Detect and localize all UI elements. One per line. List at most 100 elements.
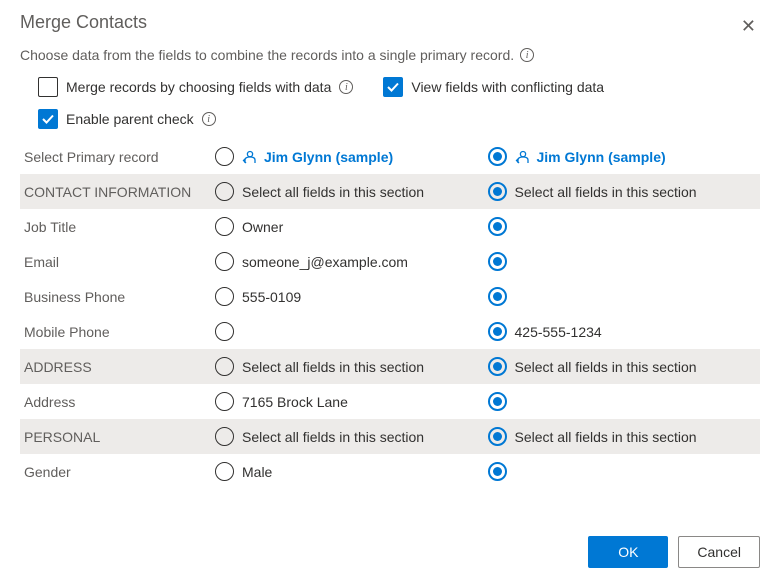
primary-record-row: Select Primary record Jim Glynn (sample) J… [20, 139, 760, 174]
field-radio-b[interactable] [488, 462, 507, 481]
field-value-text: Male [242, 464, 272, 480]
section-selectall-b: Select all fields in this section [488, 427, 761, 446]
record-b-column: Jim Glynn (sample) [488, 147, 761, 166]
section-title: PERSONAL [20, 429, 215, 445]
enable-parent-check-label: Enable parent check [66, 111, 194, 127]
field-value-text: 425-555-1234 [515, 324, 602, 340]
field-value-b [488, 252, 761, 271]
merge-by-fields-checkbox[interactable] [38, 77, 58, 97]
section-selectall-radio-a[interactable] [215, 357, 234, 376]
field-radio-a[interactable] [215, 322, 234, 341]
enable-parent-check-option[interactable]: Enable parent check i [38, 109, 760, 129]
field-radio-b[interactable] [488, 392, 507, 411]
info-icon[interactable]: i [202, 112, 216, 126]
field-label: Mobile Phone [20, 324, 215, 340]
field-label: Business Phone [20, 289, 215, 305]
field-label: Gender [20, 464, 215, 480]
field-value-b [488, 287, 761, 306]
field-row: Address 7165 Brock Lane [20, 384, 760, 419]
field-label: Address [20, 394, 215, 410]
section-title: CONTACT INFORMATION [20, 184, 215, 200]
record-a-column: Jim Glynn (sample) [215, 147, 488, 166]
field-value-b [488, 217, 761, 236]
section-selectall-text: Select all fields in this section [515, 429, 697, 445]
merge-table: Select Primary record Jim Glynn (sample) J… [20, 139, 760, 489]
select-primary-label: Select Primary record [20, 149, 215, 165]
contact-icon [242, 149, 258, 165]
ok-button[interactable]: OK [588, 536, 668, 568]
field-value-b [488, 392, 761, 411]
dialog-subtitle: Choose data from the fields to combine t… [20, 47, 760, 63]
section-selectall-text: Select all fields in this section [515, 184, 697, 200]
field-value-b [488, 462, 761, 481]
section-title: ADDRESS [20, 359, 215, 375]
field-value-a: 7165 Brock Lane [215, 392, 488, 411]
dialog-footer: OK Cancel [20, 522, 760, 586]
field-value-a: someone_j@example.com [215, 252, 488, 271]
record-b-name[interactable]: Jim Glynn (sample) [515, 149, 666, 165]
field-value-text: someone_j@example.com [242, 254, 408, 270]
section-selectall-text: Select all fields in this section [242, 429, 424, 445]
section-header: CONTACT INFORMATION Select all fields in … [20, 174, 760, 209]
section-selectall-a: Select all fields in this section [215, 182, 488, 201]
record-a-name-text: Jim Glynn (sample) [264, 149, 393, 165]
section-selectall-a: Select all fields in this section [215, 357, 488, 376]
record-a-name[interactable]: Jim Glynn (sample) [242, 149, 393, 165]
cancel-button[interactable]: Cancel [678, 536, 760, 568]
section-selectall-radio-b[interactable] [488, 357, 507, 376]
field-radio-b[interactable] [488, 217, 507, 236]
field-value-a: Owner [215, 217, 488, 236]
primary-radio-b[interactable] [488, 147, 507, 166]
record-b-name-text: Jim Glynn (sample) [537, 149, 666, 165]
field-radio-a[interactable] [215, 287, 234, 306]
section-selectall-radio-b[interactable] [488, 182, 507, 201]
dialog-title: Merge Contacts [20, 12, 147, 33]
section-selectall-text: Select all fields in this section [242, 359, 424, 375]
fields-scroll-area[interactable]: Select Primary record Jim Glynn (sample) J… [20, 139, 766, 522]
field-value-text: 7165 Brock Lane [242, 394, 348, 410]
section-selectall-text: Select all fields in this section [242, 184, 424, 200]
field-label: Email [20, 254, 215, 270]
field-row: Job Title Owner [20, 209, 760, 244]
field-row: Email someone_j@example.com [20, 244, 760, 279]
field-row: Mobile Phone 425-555-1234 [20, 314, 760, 349]
field-radio-a[interactable] [215, 462, 234, 481]
info-icon[interactable]: i [520, 48, 534, 62]
field-value-b: 425-555-1234 [488, 322, 761, 341]
section-selectall-b: Select all fields in this section [488, 182, 761, 201]
field-radio-b[interactable] [488, 287, 507, 306]
field-radio-a[interactable] [215, 392, 234, 411]
section-header: PERSONAL Select all fields in this sectio… [20, 419, 760, 454]
field-row: Business Phone 555-0109 [20, 279, 760, 314]
view-conflicts-option[interactable]: View fields with conflicting data [383, 77, 604, 97]
field-value-a: Male [215, 462, 488, 481]
field-radio-a[interactable] [215, 217, 234, 236]
info-icon[interactable]: i [339, 80, 353, 94]
field-value-a: 555-0109 [215, 287, 488, 306]
subtitle-text: Choose data from the fields to combine t… [20, 47, 514, 63]
enable-parent-check-checkbox[interactable] [38, 109, 58, 129]
field-radio-b[interactable] [488, 322, 507, 341]
options-panel: Merge records by choosing fields with da… [20, 77, 760, 129]
merge-by-fields-label: Merge records by choosing fields with da… [66, 79, 331, 95]
field-row: Gender Male [20, 454, 760, 489]
field-radio-a[interactable] [215, 252, 234, 271]
field-radio-b[interactable] [488, 252, 507, 271]
field-value-a [215, 322, 488, 341]
primary-radio-a[interactable] [215, 147, 234, 166]
section-selectall-radio-b[interactable] [488, 427, 507, 446]
close-button[interactable]: ✕ [737, 12, 760, 41]
view-conflicts-checkbox[interactable] [383, 77, 403, 97]
field-label: Job Title [20, 219, 215, 235]
contact-icon [515, 149, 531, 165]
field-value-text: 555-0109 [242, 289, 301, 305]
section-selectall-radio-a[interactable] [215, 182, 234, 201]
section-selectall-a: Select all fields in this section [215, 427, 488, 446]
merge-by-fields-option[interactable]: Merge records by choosing fields with da… [38, 77, 353, 97]
section-selectall-radio-a[interactable] [215, 427, 234, 446]
field-value-text: Owner [242, 219, 283, 235]
section-selectall-b: Select all fields in this section [488, 357, 761, 376]
view-conflicts-label: View fields with conflicting data [411, 79, 604, 95]
section-selectall-text: Select all fields in this section [515, 359, 697, 375]
section-header: ADDRESS Select all fields in this section… [20, 349, 760, 384]
